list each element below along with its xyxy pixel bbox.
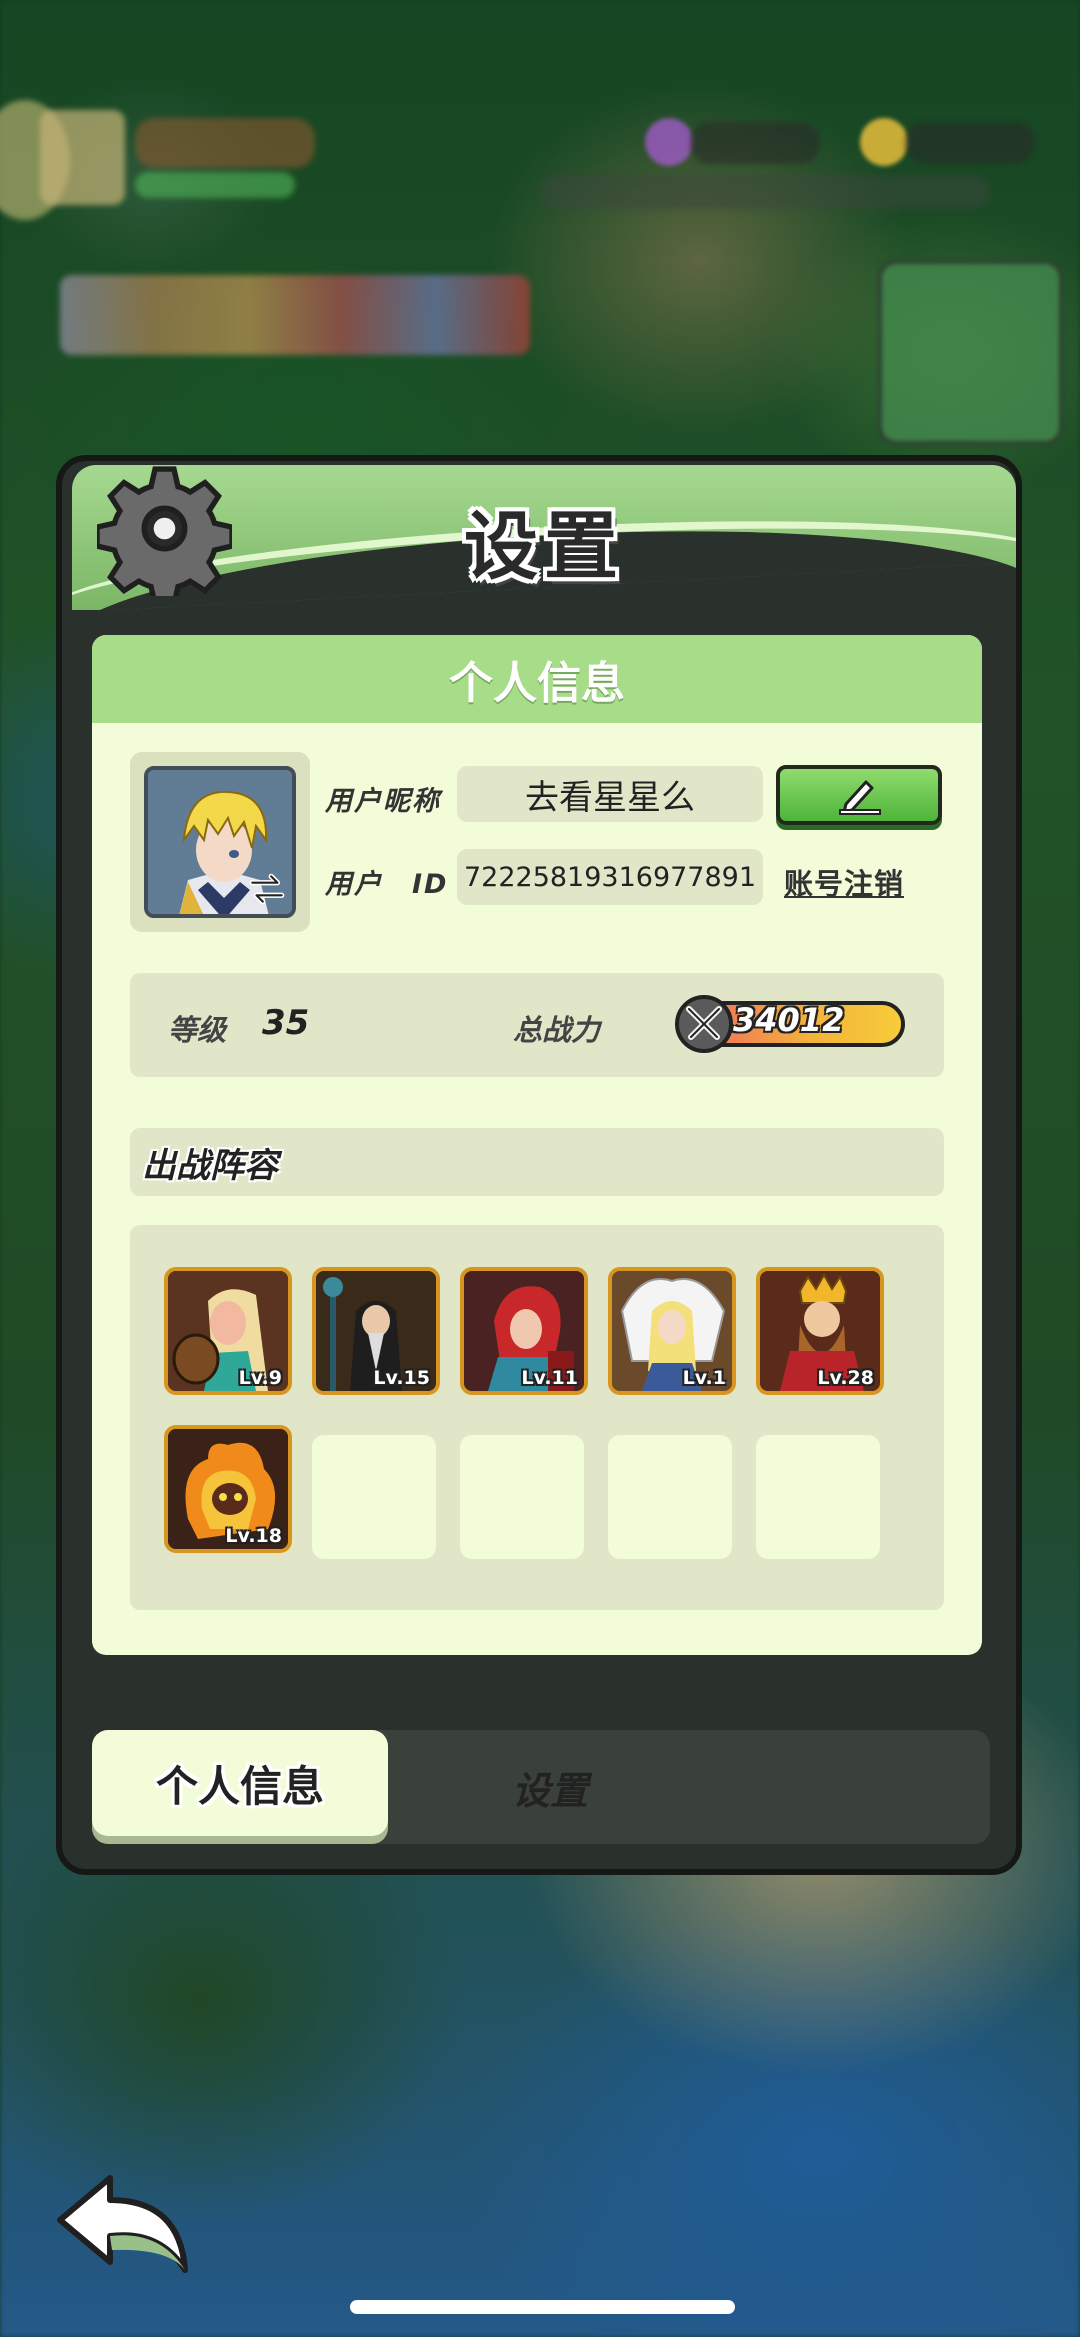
power-value: 34012 (733, 1001, 845, 1039)
home-indicator[interactable] (350, 2300, 735, 2314)
hero-level: Lv.1 (682, 1367, 726, 1389)
hero-slot-6[interactable]: Lv.18 (164, 1425, 292, 1553)
profile-card: 个人信息 用户昵称 去看星星么 用户 ID 72225819316977891 … (92, 635, 982, 1655)
hud-resource-bar (540, 175, 990, 209)
hero-level: Lv.11 (521, 1367, 578, 1389)
nickname-value: 去看星星么 (525, 777, 695, 818)
hud-coin-icon (860, 118, 908, 166)
nickname-field: 去看星星么 (457, 766, 763, 822)
power-badge: 34012 (675, 995, 907, 1053)
tab-profile[interactable]: 个人信息 (92, 1730, 388, 1836)
level-label: 等级 (168, 1013, 227, 1047)
hero-slot-2[interactable]: Lv.15 (312, 1267, 440, 1395)
edit-nickname-button[interactable] (776, 765, 942, 825)
profile-section-title: 个人信息 (92, 635, 982, 723)
avatar[interactable] (144, 766, 296, 918)
hero-level: Lv.15 (373, 1367, 430, 1389)
user-id-label: 用户 ID (325, 869, 449, 900)
gear-icon (97, 466, 232, 596)
stats-bar: 等级 35 总战力 34012 (130, 973, 944, 1077)
lineup-title: 出战阵容 (130, 1128, 944, 1196)
hud-gem-icon (645, 118, 693, 166)
hero-slot-3[interactable]: Lv.11 (460, 1267, 588, 1395)
pencil-icon (839, 780, 881, 815)
hud-gem-counter (690, 122, 820, 164)
power-label: 总战力 (513, 1013, 601, 1047)
crossed-swords-icon (675, 995, 733, 1053)
hud-exp-bar (135, 172, 295, 198)
nickname-label: 用户昵称 (325, 786, 441, 817)
hero-slot-1[interactable]: Lv.9 (164, 1267, 292, 1395)
level-value: 35 (262, 1003, 310, 1043)
hud-name-bar (135, 118, 315, 168)
avatar-frame[interactable] (130, 752, 310, 932)
hero-slot-8-empty[interactable] (460, 1435, 584, 1559)
tab-settings[interactable]: 设置 (512, 1760, 588, 1815)
hero-level: Lv.18 (225, 1525, 282, 1547)
hero-slot-9-empty[interactable] (608, 1435, 732, 1559)
hud-coin-counter (905, 122, 1035, 164)
hud-avatar (40, 110, 125, 205)
hero-slot-7-empty[interactable] (312, 1435, 436, 1559)
hero-level: Lv.28 (817, 1367, 874, 1389)
hero-level: Lv.9 (238, 1367, 282, 1389)
cancel-account-link[interactable]: 账号注销 (784, 861, 904, 903)
swap-icon[interactable] (246, 868, 288, 910)
hero-slot-10-empty[interactable] (756, 1435, 880, 1559)
lineup-grid: Lv.9 Lv.15 Lv.11 Lv.1 Lv.28 Lv.18 (130, 1225, 944, 1610)
user-id-field: 72225819316977891 (457, 849, 763, 905)
tab-bar: 个人信息 设置 (92, 1730, 990, 1844)
minimap (878, 260, 1063, 445)
hud-feature-icons (60, 275, 530, 355)
user-id-value: 72225819316977891 (463, 861, 757, 893)
hero-slot-4[interactable]: Lv.1 (608, 1267, 736, 1395)
back-arrow-icon[interactable] (50, 2170, 200, 2280)
hero-slot-5[interactable]: Lv.28 (756, 1267, 884, 1395)
